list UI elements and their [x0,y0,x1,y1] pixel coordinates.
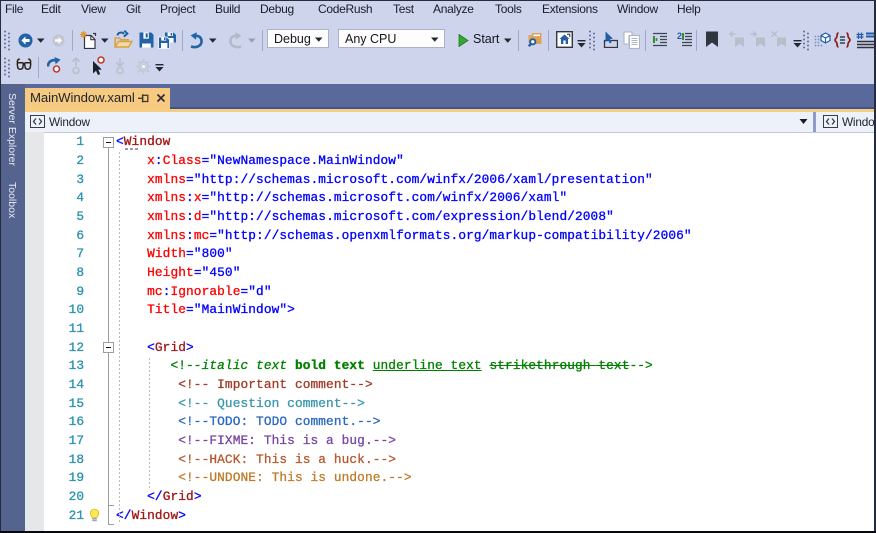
svg-text:2: 2 [677,32,682,41]
